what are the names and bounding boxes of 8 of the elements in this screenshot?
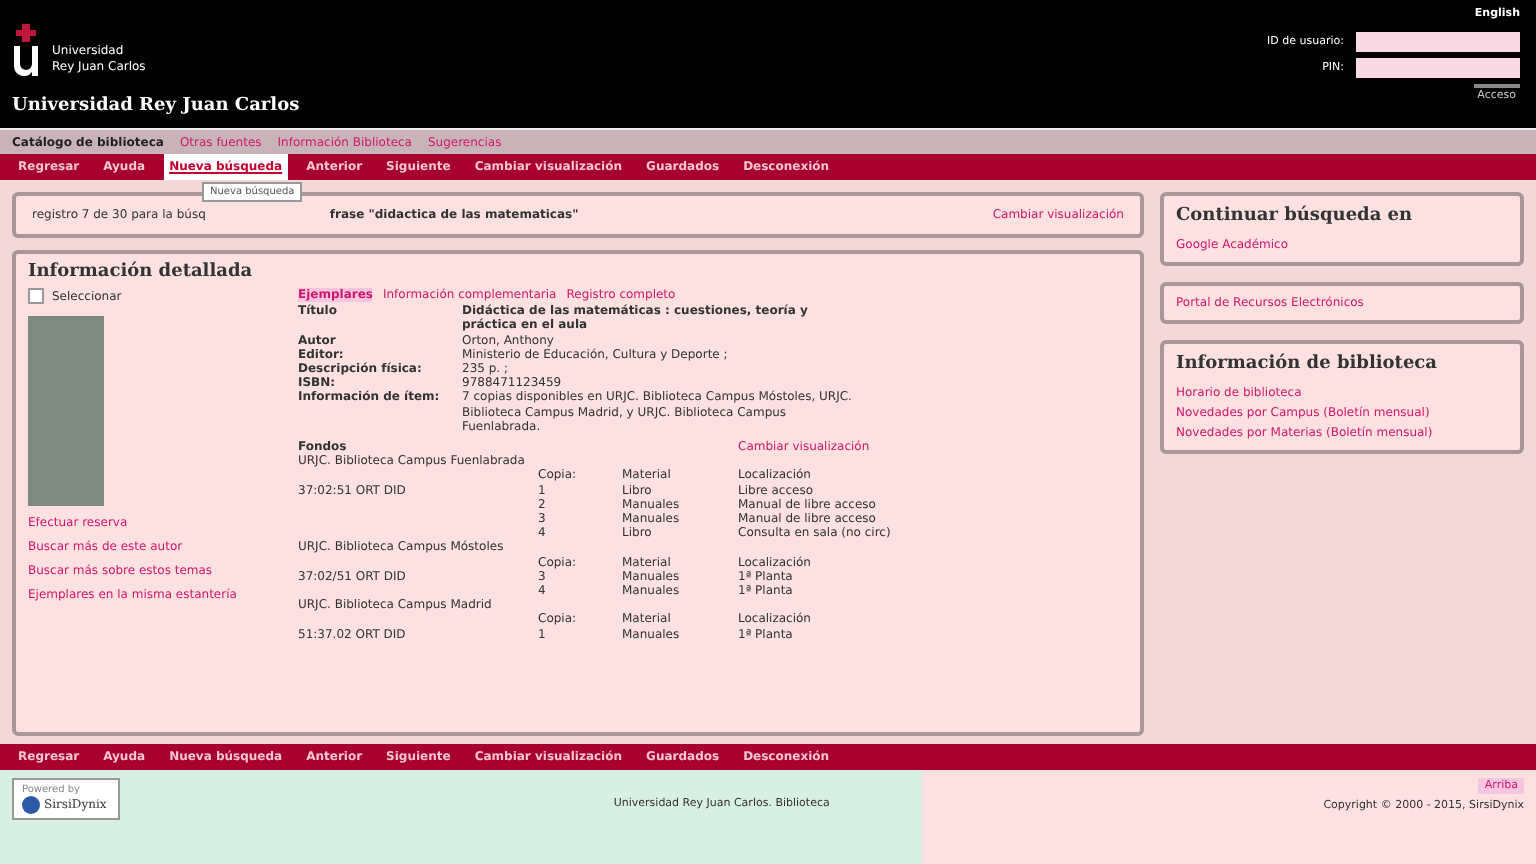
user-id-field[interactable]	[1356, 32, 1520, 52]
panel-heading: Continuar búsqueda en	[1176, 206, 1415, 226]
site-title: Universidad Rey Juan Carlos	[12, 96, 300, 116]
section-heading: Información detallada	[28, 262, 255, 282]
checkbox[interactable]	[28, 288, 44, 304]
panel-heading: Información de biblioteca	[1176, 354, 1439, 374]
crest-logo-icon	[12, 24, 40, 76]
pin-field[interactable]	[1356, 58, 1520, 78]
